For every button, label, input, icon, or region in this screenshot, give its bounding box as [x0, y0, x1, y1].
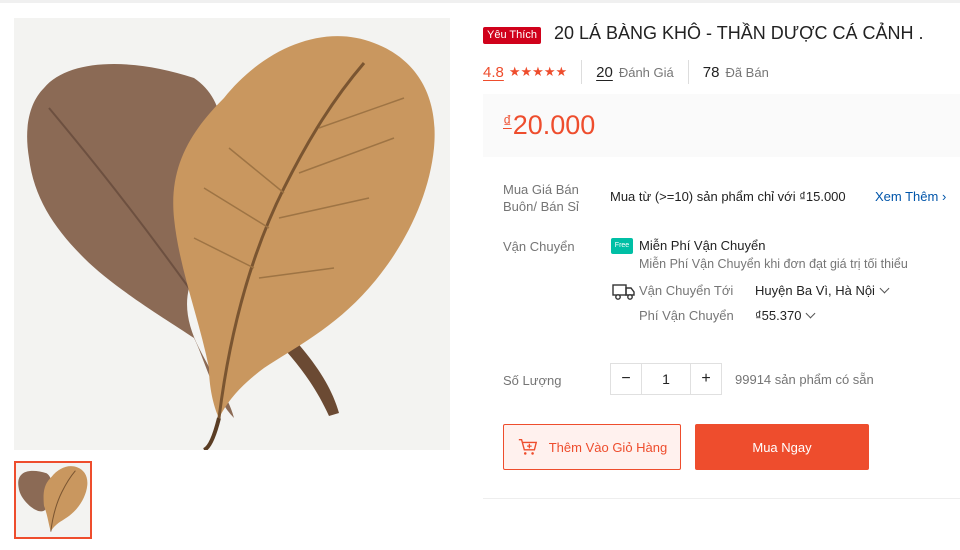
price-value: 20.000 — [512, 110, 596, 140]
chevron-down-icon — [879, 283, 890, 294]
sold-label: Đã Bán — [725, 64, 769, 80]
add-to-cart-button[interactable]: Thêm Vào Giỏ Hàng — [503, 424, 681, 470]
truck-icon — [612, 284, 635, 300]
wholesale-label: Mua Giá Bán Buôn/ Bán Sỉ — [503, 182, 579, 214]
rating-row: 4.8 ★★★★★ 20 Đánh Giá 78 Đã Bán — [483, 60, 769, 84]
star-icon: ★ — [508, 64, 521, 79]
shipping-fee-value: ₫55.370 — [755, 308, 802, 323]
wholesale-text: Mua từ (>=10) sản phẩm chỉ với ₫15.000 — [610, 189, 846, 204]
stock-text: 99914 sản phẩm có sẵn — [735, 372, 874, 387]
chevron-down-icon — [805, 308, 816, 319]
star-icon: ★ — [520, 64, 533, 79]
see-more-label: Xem Thêm — [875, 189, 939, 204]
shipping-label: Vận Chuyển — [503, 239, 575, 254]
product-price: ₫20.000 — [503, 110, 595, 141]
shipping-fee-label: Phí Vận Chuyển — [639, 308, 734, 323]
product-main-image[interactable] — [14, 18, 450, 450]
separator — [581, 60, 583, 84]
sold-count: 78 — [702, 63, 720, 81]
buy-now-button[interactable]: Mua Ngay — [695, 424, 869, 470]
rating-score[interactable]: 4.8 — [483, 64, 504, 81]
rating-stars: ★★★★★ — [509, 64, 567, 80]
free-shipping-title: Miễn Phí Vận Chuyển — [639, 238, 766, 253]
star-icon: ★ — [555, 64, 568, 79]
top-divider — [0, 0, 960, 3]
buy-now-label: Mua Ngay — [752, 439, 812, 455]
reviews-count[interactable]: 20 — [596, 64, 613, 81]
see-more-link[interactable]: Xem Thêm › — [875, 189, 946, 204]
star-icon: ★ — [532, 64, 544, 79]
shipping-fee-selector[interactable]: ₫55.370 — [755, 308, 816, 323]
ship-to-value: Huyện Ba Vì, Hà Nội — [755, 283, 875, 298]
free-shipping-icon: Free — [611, 238, 633, 254]
quantity-stepper: − 1 + — [610, 363, 722, 395]
product-thumbnail[interactable] — [14, 461, 92, 539]
quantity-input[interactable]: 1 — [641, 364, 691, 394]
chevron-right-icon: › — [941, 189, 947, 204]
favorite-badge: Yêu Thích — [483, 27, 541, 44]
quantity-label: Số Lượng — [503, 373, 562, 388]
reviews-label: Đánh Giá — [618, 64, 674, 80]
cart-add-icon — [518, 438, 537, 455]
separator — [687, 60, 689, 84]
decrease-quantity-button[interactable]: − — [611, 364, 641, 394]
add-to-cart-label: Thêm Vào Giỏ Hàng — [548, 439, 668, 455]
star-icon: ★ — [543, 64, 556, 79]
free-shipping-subtitle: Miễn Phí Vận Chuyển khi đơn đạt giá trị … — [639, 257, 908, 271]
ship-to-label: Vận Chuyển Tới — [639, 283, 734, 298]
currency-symbol: ₫ — [503, 112, 512, 131]
price-section: ₫20.000 — [483, 94, 960, 157]
increase-quantity-button[interactable]: + — [691, 364, 721, 394]
section-divider — [483, 498, 960, 499]
product-title: 20 LÁ BÀNG KHÔ - THẦN DƯỢC CÁ CẢNH . — [554, 23, 924, 43]
ship-to-selector[interactable]: Huyện Ba Vì, Hà Nội — [755, 283, 890, 298]
